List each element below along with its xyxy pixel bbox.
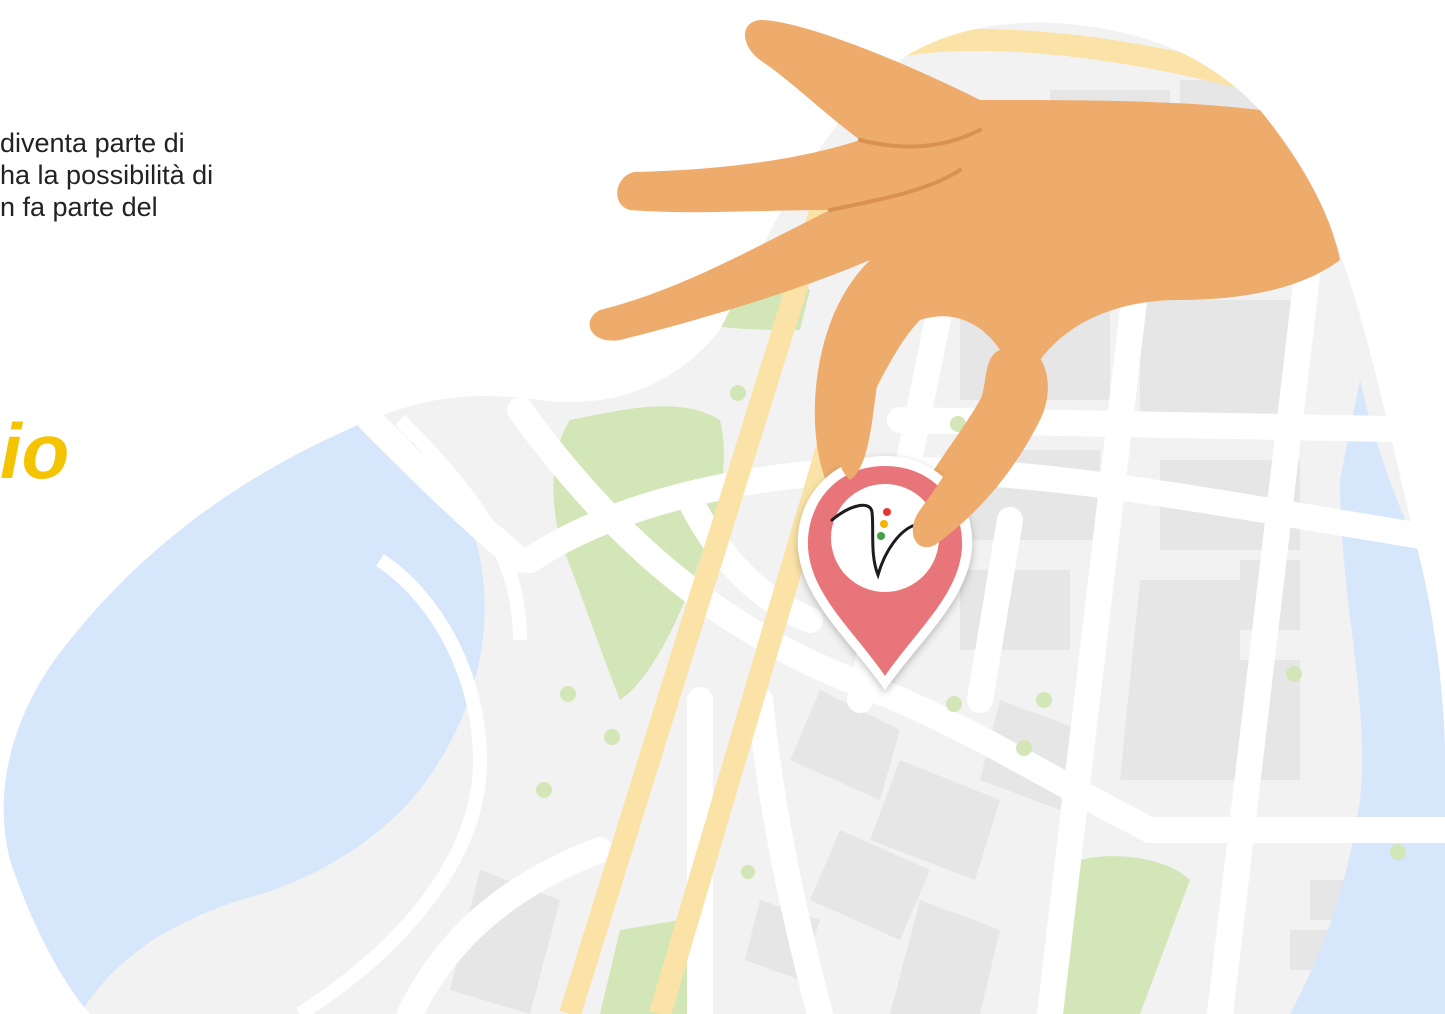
body-text: diventa parte di ha la possibilità di n … xyxy=(0,127,330,223)
body-text-line: n fa parte del xyxy=(0,192,158,222)
page: diventa parte di ha la possibilità di n … xyxy=(0,0,1445,1014)
body-text-line: ha la possibilità di xyxy=(0,160,214,190)
headline: io xyxy=(0,407,70,495)
body-text-line: diventa parte di xyxy=(0,128,185,158)
